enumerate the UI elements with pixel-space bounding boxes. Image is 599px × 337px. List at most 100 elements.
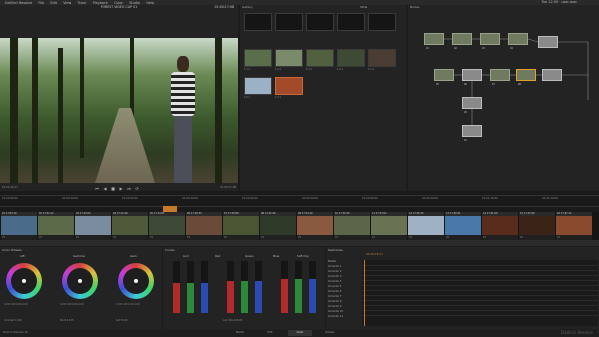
gallery-still[interactable]	[275, 77, 303, 95]
timeline-tc: 01:00:60:00	[362, 197, 378, 200]
gallery-slot-empty[interactable]	[306, 13, 334, 31]
gallery-still[interactable]	[368, 49, 396, 67]
gallery-slot-empty[interactable]	[337, 13, 365, 31]
blue-bar[interactable]	[309, 261, 316, 313]
wheel-values: 0.00 0.00 0.00 0.00	[4, 303, 28, 306]
timeline-clip[interactable]: 14 17:41:09 V1	[482, 212, 518, 240]
wheel-values: 0.00 0.00 0.00 0.00	[60, 303, 84, 306]
play-button[interactable]: ▶	[118, 186, 124, 191]
timeline-clip[interactable]: 16 17:47:12 V1	[556, 212, 592, 240]
timeline-tc: 01:01:20:00	[542, 197, 558, 200]
wheel-label: Lift	[20, 254, 25, 258]
timeline-clip[interactable]: 04 17:12:20 V1	[112, 212, 148, 240]
clip-thumbnail-strip: 01 17:03:10 V1 02 17:04:12 V1 03 17:10:04 V…	[0, 212, 599, 240]
lift-wheel[interactable]	[6, 263, 42, 299]
node-connections	[444, 38, 589, 125]
reverse-play-button[interactable]: ◀	[102, 186, 108, 191]
keyframe-track[interactable]: Master	[328, 260, 358, 264]
keyframe-track[interactable]: Corrector 5	[328, 285, 358, 289]
timeline-clip[interactable]: 09 17:24:10 V1	[297, 212, 333, 240]
red-bar[interactable]	[173, 261, 180, 313]
gallery-slot-empty[interactable]	[368, 13, 396, 31]
timeline-clip[interactable]: 02 17:04:12 V1	[38, 212, 74, 240]
timeline-clip[interactable]: 07 17:20:08 V1	[223, 212, 259, 240]
status-bar: DaVinci Resolve 10 Media Edit Color Deli…	[0, 329, 599, 337]
skip-start-button[interactable]: ⏮	[94, 186, 100, 191]
timeline-tc: 01:00:40:00	[242, 197, 258, 200]
palette-toolbar	[0, 240, 599, 246]
loop-button[interactable]: ⟳	[134, 186, 140, 191]
timeline-clip[interactable]: 03 17:10:04 V1	[75, 212, 111, 240]
keyframe-track[interactable]: Corrector 9	[328, 305, 358, 309]
keyframes-timecode: 01:00:16:17	[366, 252, 384, 256]
gallery-stills-label: Stills	[360, 5, 368, 9]
timeline-clip[interactable]: 12 17:36:15 V1	[408, 212, 444, 240]
green-bar[interactable]	[295, 261, 302, 313]
red-bar[interactable]	[281, 261, 288, 313]
wheel-label: Gamma	[73, 254, 85, 258]
timeline-clip[interactable]: 11 17:33:02 V1	[371, 212, 407, 240]
curve-group-label: Red	[215, 254, 221, 258]
timeline-clip[interactable]: 01 17:03:10 V1	[1, 212, 37, 240]
keyframe-grid[interactable]	[362, 260, 598, 326]
gallery-slot-empty[interactable]	[244, 13, 272, 31]
gallery-slot-empty[interactable]	[275, 13, 303, 31]
color-wheels-panel: Color Wheels Lift 0.00 0.00 0.00 0.00 Ga…	[0, 247, 162, 329]
green-bar[interactable]	[241, 261, 248, 313]
blue-bar[interactable]	[255, 261, 262, 313]
still-label: 1.4.1	[337, 68, 344, 71]
blue-bar[interactable]	[201, 261, 208, 313]
timeline-tc: 01:00:30:00	[182, 197, 198, 200]
curve-group-label: Soft Clip	[297, 254, 309, 258]
keyframe-track[interactable]: Corrector 1	[328, 265, 358, 269]
app-version: DaVinci Resolve 10	[3, 331, 28, 334]
viewer-panel: FOREST VIDEO CLIP 01 01:00:17:08 01:00:1…	[0, 5, 238, 191]
keyframe-track[interactable]: Corrector 8	[328, 300, 358, 304]
keyframe-track[interactable]: Corrector 6	[328, 290, 358, 294]
person-figure	[165, 56, 203, 183]
red-bar[interactable]	[227, 261, 234, 313]
keyframe-track[interactable]: Corrector 11	[328, 315, 358, 319]
keyframe-track[interactable]: Corrector 7	[328, 295, 358, 299]
gallery-still[interactable]	[275, 49, 303, 67]
color-wheels-title: Color Wheels	[2, 248, 22, 252]
curve-group-label: Green	[245, 254, 254, 258]
curve-group-label: Blue	[273, 254, 280, 258]
gallery-still[interactable]	[337, 49, 365, 67]
skip-end-button[interactable]: ⏭	[126, 186, 132, 191]
tab-deliver[interactable]: Deliver	[318, 330, 342, 336]
timeline-clip[interactable]: 15 17:43:30 V1	[519, 212, 555, 240]
green-bar[interactable]	[187, 261, 194, 313]
keyframe-track[interactable]: Corrector 3	[328, 275, 358, 279]
curve-group-label: Lum	[183, 254, 190, 258]
still-label: 1.7.1	[275, 96, 282, 99]
wheel-label: Gain	[130, 254, 137, 258]
timeline-clip[interactable]: 08 17:22:40 V1	[260, 212, 296, 240]
tab-edit[interactable]: Edit	[258, 330, 282, 336]
gallery-still[interactable]	[306, 49, 334, 67]
tab-color[interactable]: Color	[288, 330, 312, 336]
tab-media[interactable]: Media	[228, 330, 252, 336]
gallery-still[interactable]	[244, 77, 272, 95]
still-label: 1.1.1	[244, 68, 251, 71]
keyframe-track[interactable]: Corrector 4	[328, 280, 358, 284]
keyframe-track[interactable]: Corrector 2	[328, 270, 358, 274]
timeline-tc: 01:01:10:00	[482, 197, 498, 200]
timeline-clip[interactable]: 06 17:18:33 V1	[186, 212, 222, 240]
stop-button[interactable]: ■	[110, 186, 116, 191]
curves-footer: Lum Mix 100.00	[223, 319, 243, 322]
gamma-wheel[interactable]	[62, 263, 98, 299]
gallery-still[interactable]	[244, 49, 272, 67]
video-frame[interactable]	[0, 38, 238, 183]
timeline-clip[interactable]: 13 17:40:21 V1	[445, 212, 481, 240]
keyframe-track[interactable]: Corrector 10	[328, 310, 358, 314]
gain-wheel[interactable]	[118, 263, 154, 299]
transport-timecode-left: 01:00:16:17	[2, 186, 18, 189]
timeline-ruler[interactable]: 01:00:00:00 01:00:10:00 01:00:20:00 01:0…	[0, 192, 599, 212]
transport-timecode-right: 01:00:17:08	[220, 186, 236, 189]
timeline-tc: 01:01:00:00	[422, 197, 438, 200]
timeline-clip[interactable]: 10 17:30:44 V1	[334, 212, 370, 240]
timeline-clip[interactable]: 05 17:14:01 V1	[149, 212, 185, 240]
curves-title: Curves	[165, 248, 175, 252]
node-editor[interactable]: Nodes 01 02 03 04 05 06 07 08 09 10	[408, 5, 599, 191]
